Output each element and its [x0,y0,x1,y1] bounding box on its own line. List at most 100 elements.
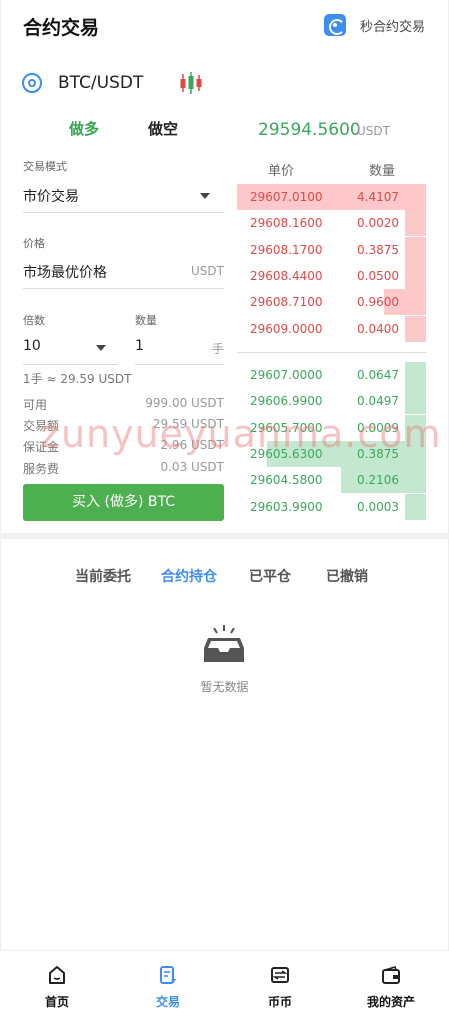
price-unit: USDT [191,264,224,278]
ask-price: 29608.7100 [250,295,323,310]
bid-price: 29606.9900 [250,394,323,409]
bid-depth-bar [405,388,426,415]
bid-depth-bar [405,493,426,520]
lot-note: 1手 ≈ 29.59 USDT [23,372,132,386]
ask-price: 29608.1700 [250,242,323,257]
ask-depth-bar [405,236,426,263]
ask-row[interactable]: 29608.1600 0.0020 [237,210,426,237]
mode-label: 交易模式 [23,160,67,173]
mode-select[interactable]: 市价交易 [23,180,224,213]
home-icon [49,966,65,984]
info-value: 2.96 USDT [160,438,224,452]
quick-contract-link[interactable]: 秒合约交易 [323,14,425,36]
qty-label: 数量 [135,314,157,327]
bid-price: 29604.5800 [250,473,323,488]
nav-assets[interactable]: 我的资产 [351,965,431,1010]
ask-row[interactable]: 29608.4400 0.0500 [237,262,426,289]
nav-label: 币币 [267,995,292,1009]
ask-qty: 4.4107 [357,190,399,204]
ask-row[interactable]: 29608.7100 0.9600 [237,289,426,316]
tab-closed[interactable]: 已平仓 [249,566,291,586]
qty-value: 1 [135,338,144,354]
info-key: 交易额 [23,419,60,433]
nav-trade[interactable]: 交易 [128,965,208,1010]
bid-row[interactable]: 29604.5800 0.2106 [237,467,426,494]
bid-qty: 0.0009 [357,420,399,435]
ob-price-header: 单价 [268,164,295,179]
nav-label: 我的资产 [366,995,415,1009]
bid-qty: 0.3875 [357,446,399,461]
tab-positions[interactable]: 合约持仓 [161,566,217,586]
bid-qty: 0.0497 [357,394,399,409]
bid-price: 29605.6300 [250,446,323,461]
mode-value: 市价交易 [23,189,79,205]
chevron-down-icon [200,193,210,199]
tab-long[interactable]: 做多 [69,118,99,139]
trade-icon [160,966,176,984]
ask-depth-bar [405,210,426,237]
chevron-down-icon [96,345,106,351]
last-price: 29594.5600 [258,120,361,140]
ask-depth-bar [405,262,426,289]
bid-qty: 0.0003 [357,499,399,514]
nav-spot[interactable]: 币币 [240,965,320,1010]
ask-price: 29609.0000 [250,321,323,336]
bid-qty: 0.2106 [357,473,399,488]
empty-box-icon [204,625,244,662]
wallet-icon [382,966,400,984]
qty-input[interactable]: 1 手 [135,332,224,365]
tab-cancelled[interactable]: 已撤销 [326,566,368,586]
top-header: 合约交易 秒合约交易 [0,0,449,52]
quick-contract-icon [323,14,346,36]
bid-price: 29603.9900 [250,499,323,514]
ask-qty: 0.0400 [357,321,399,336]
ask-row[interactable]: 29609.0000 0.0400 [237,315,426,342]
exchange-icon [271,967,289,983]
buy-long-button[interactable]: 买入 (做多) BTC [23,484,224,521]
symbol-row: BTC/USDT [0,66,449,102]
price-field[interactable]: 市场最优价格 USDT [23,256,224,289]
ob-qty-header: 数量 [369,164,396,179]
tab-short[interactable]: 做空 [148,118,178,139]
bid-row[interactable]: 29605.7000 0.0009 [237,414,426,441]
ask-price: 29608.4400 [250,268,323,283]
info-value: 29.59 USDT [152,417,224,431]
ask-qty: 0.9600 [357,295,399,310]
symbol-name[interactable]: BTC/USDT [58,73,143,93]
info-key: 可用 [23,398,48,412]
ask-price: 29608.1600 [250,216,323,231]
info-value: 0.03 USDT [160,460,224,474]
nav-label: 首页 [44,995,69,1009]
bid-price: 29607.0000 [250,368,323,382]
leverage-select[interactable]: 10 [23,332,118,365]
orderbook-divider [237,352,426,353]
settings-icon[interactable] [22,73,42,93]
nav-home[interactable]: 首页 [17,965,97,1010]
bid-row[interactable]: 29603.9900 0.0003 [237,493,426,520]
last-price-unit: USDT [357,124,390,138]
bid-qty: 0.0647 [357,368,399,382]
bid-depth-bar [405,414,426,441]
side-tabs: 做多 做空 [0,118,240,142]
position-tabs: 当前委托 合约持仓 已平仓 已撤销 [0,566,449,588]
price-label: 价格 [23,237,45,250]
ask-row[interactable]: 29608.1700 0.3875 [237,236,426,263]
candlestick-icon[interactable] [178,70,204,96]
bid-depth-bar [405,362,426,388]
ask-qty: 0.0020 [357,216,399,231]
info-value: 999.00 USDT [145,396,224,410]
quick-contract-label: 秒合约交易 [359,19,425,35]
price-value: 市场最优价格 [23,265,107,281]
info-key: 服务费 [23,462,60,476]
ask-row[interactable]: 29607.0100 4.4107 [237,184,426,210]
bid-price: 29605.7000 [250,420,323,435]
tab-open-orders[interactable]: 当前委托 [75,566,131,586]
ask-price: 29607.0100 [250,190,323,204]
bid-row[interactable]: 29605.6300 0.3875 [237,440,426,467]
leverage-label: 倍数 [23,314,45,327]
bid-row[interactable]: 29607.0000 0.0647 [237,362,426,388]
info-key: 保证金 [23,440,60,454]
page-title: 合约交易 [23,17,100,39]
section-divider [0,533,449,539]
bid-row[interactable]: 29606.9900 0.0497 [237,388,426,415]
